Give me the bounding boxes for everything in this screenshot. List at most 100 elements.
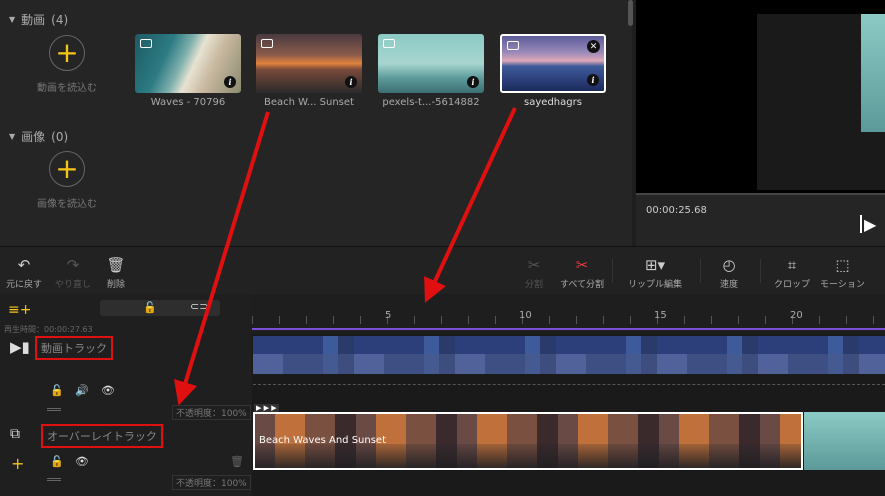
edit-toolbar: ↶ 元に戻す ↷ やり直し 🗑 削除 ✂ 分割 ✂ すべて分割 ⊞▾ リップル編… <box>0 246 885 294</box>
link-icon[interactable]: ⊂⊃ <box>190 300 208 313</box>
clip-thumbnail-pexels[interactable]: i <box>378 34 484 93</box>
lock-icon[interactable]: 🔓 <box>50 455 64 468</box>
info-icon[interactable]: i <box>345 76 357 88</box>
split-button[interactable]: ✂ 分割 <box>524 255 544 290</box>
trash-icon: 🗑 <box>106 256 126 274</box>
undo-label: 元に戻す <box>6 280 43 290</box>
split-all-icon: ✂ <box>575 256 589 274</box>
audio-track-line <box>253 384 885 385</box>
tick-label: 20 <box>790 310 803 321</box>
timeline-ruler[interactable]: 5 10 15 20 <box>252 294 885 334</box>
add-track-icon[interactable]: ≡+ <box>8 302 31 318</box>
info-icon[interactable]: i <box>467 76 479 88</box>
crop-label: クロップ <box>774 280 811 290</box>
play-icon[interactable]: ▶ <box>864 215 876 234</box>
delete-label: 削除 <box>106 280 125 290</box>
drag-handle-icon[interactable] <box>47 408 61 411</box>
scissors-icon: ✂ <box>527 256 541 274</box>
video-track-label: 動画トラック <box>35 336 113 360</box>
track-header-panel: ≡+ 🔓 ⊂⊃ 再生時間：00:00:27.63 ▶︎▮ 動画トラック 🔓 🔊 … <box>0 294 251 496</box>
plus-icon: + <box>49 35 85 71</box>
opacity-label: 不透明度：100% <box>172 475 251 490</box>
collapse-caret-icon: ▼ <box>9 132 16 141</box>
ripple-edit-button[interactable]: ⊞▾ リップル編集 <box>628 255 682 290</box>
motion-icon: ⬚ <box>835 256 850 274</box>
trash-icon[interactable]: 🗑 <box>230 455 244 468</box>
crop-button[interactable]: ⌗ クロップ <box>774 255 810 290</box>
video-track-icon: ▶︎▮ <box>10 338 30 356</box>
overlay-track-label: オーバーレイトラック <box>41 424 163 448</box>
video-section-header[interactable]: ▼ 動画 (4) <box>9 11 68 28</box>
volume-icon[interactable]: 🔊 <box>75 384 89 397</box>
video-camera-icon <box>261 39 273 48</box>
media-scrollbar[interactable] <box>628 0 633 26</box>
info-icon[interactable]: i <box>224 76 236 88</box>
split-all-label: すべて分割 <box>560 280 605 290</box>
ripple-edit-icon: ⊞▾ <box>644 256 666 274</box>
overlay-track-icon: ⧉ <box>10 426 20 442</box>
tick-label: 5 <box>385 310 392 321</box>
image-section-header[interactable]: ▼ 画像 (0) <box>9 128 68 145</box>
undo-button[interactable]: ↶ 元に戻す <box>6 255 42 290</box>
video-section-title: 動画 <box>21 13 46 27</box>
opacity-label: 不透明度：100% <box>172 405 251 420</box>
plus-icon: + <box>49 151 85 187</box>
clip-label: Waves - 70796 <box>150 97 226 108</box>
media-library-panel: ▼ 動画 (4) + 動画を読込む i Waves - 70796 i Beac… <box>0 0 633 246</box>
redo-icon: ↷ <box>66 256 80 274</box>
tick-label: 10 <box>519 310 532 321</box>
clip-label: sayedhagrs <box>524 97 582 108</box>
speed-label: 速度 <box>719 280 738 290</box>
tick-label: 15 <box>654 310 667 321</box>
overlay-clip-title: Beach Waves And Sunset <box>259 435 387 446</box>
import-video-button[interactable]: + <box>49 35 85 71</box>
playtime-label: 再生時間：00:00:27.63 <box>4 325 93 334</box>
eye-icon[interactable]: 👁 <box>75 455 89 468</box>
lock-icon[interactable]: 🔓 <box>143 301 157 314</box>
clip-label: Beach W... Sunset <box>264 97 354 108</box>
split-label: 分割 <box>524 280 543 290</box>
overlay-clip-beach-sunset[interactable]: Beach Waves And Sunset <box>253 412 803 470</box>
drag-handle-icon[interactable] <box>47 478 61 481</box>
redo-label: やり直し <box>55 280 92 290</box>
video-camera-icon <box>383 39 395 48</box>
undo-icon: ↶ <box>17 256 31 274</box>
delete-button[interactable]: 🗑 削除 <box>106 255 126 290</box>
redo-button[interactable]: ↷ やり直し <box>55 255 91 290</box>
track-controls-bar: 🔓 ⊂⊃ <box>100 300 220 316</box>
timeline-tracks: ▶ ▶ ▶ Beach Waves And Sunset <box>252 334 885 496</box>
playhead-marker <box>860 215 862 233</box>
motion-button[interactable]: ⬚ モーション <box>820 255 865 290</box>
image-section-count: (0) <box>51 129 69 144</box>
collapse-caret-icon: ▼ <box>9 15 16 24</box>
import-video-label: 動画を読込む <box>37 83 97 94</box>
close-icon[interactable]: ✕ <box>587 40 600 53</box>
clip-thumbnail-waves[interactable]: i <box>135 34 241 93</box>
video-section-count: (4) <box>51 12 69 27</box>
import-image-label: 画像を読込む <box>37 199 97 210</box>
clip-thumbnail-sayedhagrs[interactable]: ✕ i <box>500 34 606 93</box>
import-image-button[interactable]: + <box>49 151 85 187</box>
clip-thumbnail-beach-sunset[interactable]: i <box>256 34 362 93</box>
overlay-clip-pexels[interactable] <box>804 412 885 470</box>
lock-icon[interactable]: 🔓 <box>50 384 64 397</box>
image-section-title: 画像 <box>21 130 46 144</box>
video-camera-icon <box>507 41 519 50</box>
split-all-button[interactable]: ✂ すべて分割 <box>560 255 604 290</box>
speed-button[interactable]: ◴ 速度 <box>719 255 739 290</box>
speedometer-icon: ◴ <box>722 256 736 274</box>
preview-controls: 00:00:25.68 ▶ <box>636 193 885 246</box>
info-icon[interactable]: i <box>587 74 599 86</box>
clip-label: pexels-t...-5614882 <box>382 97 480 108</box>
eye-icon[interactable]: 👁 <box>101 384 115 397</box>
preview-frame <box>757 14 885 190</box>
preview-timecode: 00:00:25.68 <box>646 205 707 216</box>
video-camera-icon <box>140 39 152 48</box>
video-clip-sayedhagrs[interactable] <box>253 336 885 374</box>
motion-label: モーション <box>820 280 865 290</box>
crop-icon: ⌗ <box>787 256 797 274</box>
playback-range-bar <box>252 328 885 330</box>
ripple-edit-label: リップル編集 <box>628 280 683 290</box>
keyframe-markers: ▶ ▶ ▶ <box>254 404 279 412</box>
add-overlay-icon[interactable]: + <box>11 454 24 473</box>
